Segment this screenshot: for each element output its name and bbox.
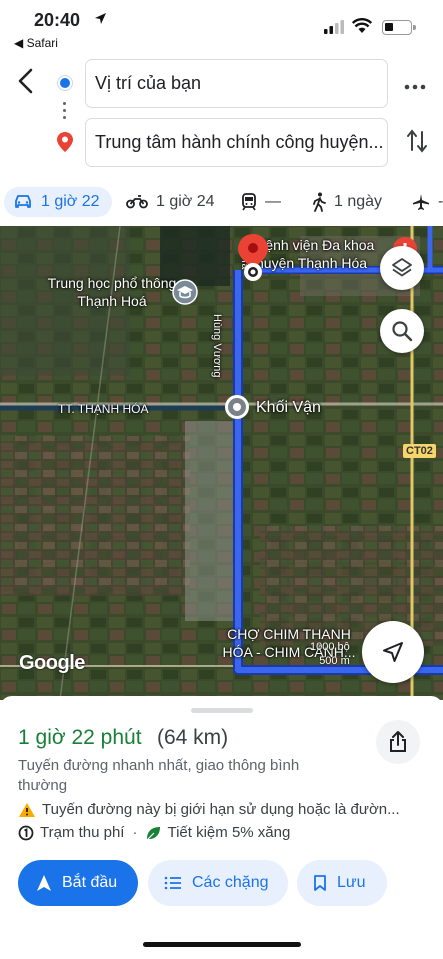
origin-input[interactable]: Vị trí của bạn bbox=[85, 59, 388, 108]
walk-icon bbox=[313, 192, 326, 212]
origin-dot-icon bbox=[58, 76, 72, 90]
home-indicator[interactable] bbox=[143, 942, 301, 947]
search-icon bbox=[392, 321, 413, 342]
mode-tab-label: 1 ngày bbox=[334, 193, 383, 210]
map-search-button[interactable] bbox=[380, 309, 424, 353]
cellular-signal-icon bbox=[324, 20, 344, 39]
navigation-arrow-icon bbox=[383, 642, 403, 662]
map-label-street: Hùng Vương bbox=[211, 314, 223, 378]
toll-icon bbox=[18, 825, 34, 840]
mode-tab-label: - bbox=[438, 193, 443, 210]
mode-tab-motorbike[interactable]: 1 giờ 24 bbox=[126, 187, 215, 217]
route-warning-text: Tuyến đường này bị giới hạn sử dụng hoặc… bbox=[42, 801, 400, 818]
plane-icon bbox=[413, 194, 429, 210]
google-logo: Google bbox=[19, 652, 85, 674]
info-separator: · bbox=[132, 824, 138, 841]
steps-button-label: Các chặng bbox=[192, 874, 269, 891]
layers-icon bbox=[392, 258, 412, 277]
train-icon bbox=[242, 193, 256, 211]
map-layers-button[interactable] bbox=[380, 246, 424, 290]
map-scale: 1000 bộ 500 m bbox=[310, 640, 350, 668]
warning-icon bbox=[19, 802, 35, 817]
back-to-safari-link[interactable]: ◀ Safari bbox=[14, 36, 58, 50]
mode-tab-transit[interactable]: — bbox=[241, 187, 281, 217]
destination-marker-icon[interactable] bbox=[236, 234, 270, 287]
more-options-icon[interactable] bbox=[404, 78, 426, 96]
sheet-drag-handle[interactable] bbox=[191, 708, 253, 713]
location-arrow-icon bbox=[94, 12, 107, 30]
mode-tab-label: 1 giờ 22 bbox=[41, 193, 100, 210]
swap-directions-icon[interactable] bbox=[406, 128, 428, 159]
destination-pin-icon bbox=[57, 132, 73, 157]
map-label-town: TT. THẠNH HÓA bbox=[58, 402, 149, 416]
scale-label-ft: 1000 bộ bbox=[310, 641, 350, 653]
map-label-khoi-van[interactable]: Khối Vận bbox=[256, 399, 321, 417]
waypoint-marker-icon[interactable] bbox=[224, 394, 250, 425]
wifi-icon bbox=[351, 18, 373, 39]
battery-icon bbox=[382, 20, 416, 35]
navigation-icon bbox=[37, 875, 51, 891]
mode-tab-walking[interactable]: 1 ngày bbox=[312, 187, 382, 217]
back-button[interactable] bbox=[14, 66, 38, 96]
road-badge-ct02: CT02 bbox=[403, 444, 436, 458]
toll-label: Trạm thu phí bbox=[40, 824, 125, 841]
status-bar: 20:40 ◀ Safari bbox=[0, 0, 443, 52]
start-navigation-button[interactable]: Bắt đầu bbox=[18, 860, 138, 906]
eco-leaf-icon bbox=[147, 826, 161, 840]
fuel-savings-label: Tiết kiệm 5% xăng bbox=[167, 824, 291, 841]
route-warning[interactable]: Tuyến đường này bị giới hạn sử dụng hoặc… bbox=[18, 801, 428, 818]
steps-button[interactable]: Các chặng bbox=[148, 860, 288, 906]
recenter-navigation-button[interactable] bbox=[362, 621, 424, 683]
share-icon bbox=[390, 731, 406, 752]
route-info-row: Trạm thu phí · Tiết kiệm 5% xăng bbox=[18, 824, 290, 841]
mode-tab-label: — bbox=[265, 193, 281, 210]
travel-mode-tabs: 1 giờ 22 1 giờ 24 — 1 ngày - bbox=[0, 180, 443, 226]
map-label-school[interactable]: Trung học phổ thông Thạnh Hoá bbox=[47, 274, 177, 310]
start-button-label: Bắt đầu bbox=[62, 874, 118, 891]
route-distance: (64 km) bbox=[157, 726, 229, 749]
school-marker-icon[interactable] bbox=[172, 279, 198, 310]
map-label-hospital[interactable]: Bệnh viện Đa khoa huyện Thạnh Hóa bbox=[256, 236, 386, 272]
destination-input[interactable]: Trung tâm hành chính công huyện... bbox=[85, 118, 388, 167]
route-map[interactable]: Bệnh viện Đa khoa huyện Thạnh Hóa an Trà… bbox=[0, 226, 443, 700]
bookmark-icon bbox=[314, 875, 326, 891]
status-time: 20:40 bbox=[34, 10, 81, 30]
share-button[interactable] bbox=[376, 720, 420, 764]
save-button-label: Lưu bbox=[337, 874, 366, 891]
route-description: Tuyến đường nhanh nhất, giao thông bình … bbox=[18, 757, 300, 794]
route-dots-icon bbox=[63, 102, 66, 123]
motorbike-icon bbox=[126, 195, 148, 209]
car-icon bbox=[15, 195, 31, 208]
route-duration: 1 giờ 22 phút bbox=[18, 726, 142, 749]
scale-label-m: 500 m bbox=[319, 655, 350, 667]
mode-tab-flight[interactable]: - bbox=[412, 187, 443, 217]
save-button[interactable]: Lưu bbox=[297, 860, 387, 906]
mode-tab-label: 1 giờ 24 bbox=[156, 193, 215, 210]
route-details-sheet: 1 giờ 22 phút (64 km) Tuyến đường nhanh … bbox=[0, 696, 443, 959]
list-icon bbox=[164, 876, 181, 890]
mode-tab-driving[interactable]: 1 giờ 22 bbox=[4, 187, 112, 217]
